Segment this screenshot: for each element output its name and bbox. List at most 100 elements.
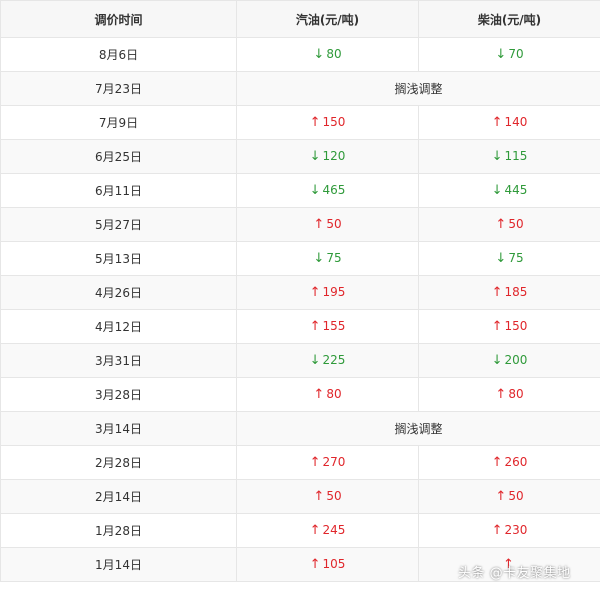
date-cell: 4月12日 — [0, 309, 237, 344]
table-row: 2月28日 ↑ 270 ↑ 260 — [0, 445, 600, 480]
table-row: 6月25日 ↓ 120 ↓ 115 — [0, 139, 600, 174]
change-value: 155 — [322, 319, 346, 333]
date-cell: 5月27日 — [0, 207, 237, 242]
change-value: 445 — [504, 183, 528, 197]
diesel-change-cell: ↓ 115 — [418, 139, 600, 174]
arrow-down-icon: ↓ — [491, 353, 503, 368]
change-value: 150 — [322, 115, 346, 129]
arrow-up-icon: ↑ — [491, 285, 503, 300]
arrow-up-icon: ↑ — [309, 285, 321, 300]
diesel-change-cell: ↑ 185 — [418, 275, 600, 310]
arrow-up-icon: ↑ — [309, 455, 321, 470]
header-date: 调价时间 — [0, 0, 237, 38]
date-cell: 7月23日 — [0, 71, 237, 106]
gasoline-change-cell: ↑ 50 — [236, 207, 419, 242]
change-value: 50 — [508, 489, 524, 503]
diesel-change-cell: ↓ 70 — [418, 37, 600, 72]
change-value: 120 — [322, 149, 346, 163]
gasoline-change-cell: ↑ 155 — [236, 309, 419, 344]
table-row: 7月23日 搁浅调整 — [0, 71, 600, 106]
table-row: 5月27日 ↑ 50 ↑ 50 — [0, 207, 600, 242]
diesel-change-cell: ↑ 230 — [418, 513, 600, 548]
gasoline-change-cell: ↓ 225 — [236, 343, 419, 378]
arrow-up-icon: ↑ — [313, 217, 325, 232]
change-value: 260 — [504, 455, 528, 469]
table-row: 3月28日 ↑ 80 ↑ 80 — [0, 377, 600, 412]
header-diesel: 柴油(元/吨) — [418, 0, 600, 38]
watermark: 头条 @卡友聚集地 — [458, 566, 571, 581]
table-row: 3月14日 搁浅调整 — [0, 411, 600, 446]
change-value: 105 — [322, 557, 346, 571]
date-cell: 1月28日 — [0, 513, 237, 548]
gasoline-change-cell: ↑ 195 — [236, 275, 419, 310]
table-row: 8月6日 ↓ 80 ↓ 70 — [0, 37, 600, 72]
change-value: 115 — [504, 149, 528, 163]
diesel-change-cell: ↑ 140 — [418, 105, 600, 140]
date-cell: 6月25日 — [0, 139, 237, 174]
table-row: 7月9日 ↑ 150 ↑ 140 — [0, 105, 600, 140]
arrow-up-icon: ↑ — [309, 523, 321, 538]
gasoline-change-cell: ↑ 245 — [236, 513, 419, 548]
change-value: 200 — [504, 353, 528, 367]
price-adjustment-table: 调价时间 汽油(元/吨) 柴油(元/吨) 8月6日 ↓ 80 ↓ 70 7月23日 搁浅调整… — [0, 0, 600, 582]
arrow-up-icon: ↑ — [495, 217, 507, 232]
change-value: 270 — [322, 455, 346, 469]
change-value: 140 — [504, 115, 528, 129]
arrow-down-icon: ↓ — [309, 353, 321, 368]
gasoline-change-cell: ↑ 270 — [236, 445, 419, 480]
arrow-up-icon: ↑ — [491, 523, 503, 538]
change-value: 225 — [322, 353, 346, 367]
table-row: 2月14日 ↑ 50 ↑ 50 — [0, 479, 600, 514]
change-value: 50 — [508, 217, 524, 231]
date-cell: 2月28日 — [0, 445, 237, 480]
arrow-up-icon: ↑ — [495, 489, 507, 504]
arrow-up-icon: ↑ — [491, 115, 503, 130]
date-cell: 4月26日 — [0, 275, 237, 310]
merged-status-cell: 搁浅调整 — [236, 411, 600, 446]
change-value: 70 — [508, 47, 524, 61]
date-cell: 2月14日 — [0, 479, 237, 514]
diesel-change-cell: ↓ 445 — [418, 173, 600, 208]
gasoline-change-cell: ↑ 150 — [236, 105, 419, 140]
table-row: 1月28日 ↑ 245 ↑ 230 — [0, 513, 600, 548]
arrow-down-icon: ↓ — [313, 47, 325, 62]
diesel-change-cell: ↑ 50 — [418, 479, 600, 514]
arrow-down-icon: ↓ — [495, 251, 507, 266]
arrow-up-icon: ↑ — [313, 489, 325, 504]
diesel-change-cell: ↓ 75 — [418, 241, 600, 276]
table-row: 4月26日 ↑ 195 ↑ 185 — [0, 275, 600, 310]
arrow-up-icon: ↑ — [309, 115, 321, 130]
gasoline-change-cell: ↑ 105 — [236, 547, 419, 582]
diesel-change-cell: ↑ 260 — [418, 445, 600, 480]
change-value: 80 — [508, 387, 524, 401]
date-cell: 6月11日 — [0, 173, 237, 208]
arrow-down-icon: ↓ — [491, 149, 503, 164]
date-cell: 3月31日 — [0, 343, 237, 378]
change-value: 50 — [326, 217, 342, 231]
change-value: 465 — [322, 183, 346, 197]
gasoline-change-cell: ↓ 75 — [236, 241, 419, 276]
change-value: 50 — [326, 489, 342, 503]
date-cell: 3月14日 — [0, 411, 237, 446]
gasoline-change-cell: ↓ 80 — [236, 37, 419, 72]
arrow-up-icon: ↑ — [491, 319, 503, 334]
diesel-change-cell: ↓ 200 — [418, 343, 600, 378]
table-row: 4月12日 ↑ 155 ↑ 150 — [0, 309, 600, 344]
change-value: 150 — [504, 319, 528, 333]
merged-status-cell: 搁浅调整 — [236, 71, 600, 106]
change-value: 230 — [504, 523, 528, 537]
header-gasoline: 汽油(元/吨) — [236, 0, 419, 38]
arrow-up-icon: ↑ — [309, 557, 321, 572]
table-row: 3月31日 ↓ 225 ↓ 200 — [0, 343, 600, 378]
table-header: 调价时间 汽油(元/吨) 柴油(元/吨) — [0, 0, 600, 38]
arrow-down-icon: ↓ — [313, 251, 325, 266]
table-row: 6月11日 ↓ 465 ↓ 445 — [0, 173, 600, 208]
date-cell: 3月28日 — [0, 377, 237, 412]
date-cell: 1月14日 — [0, 547, 237, 582]
arrow-up-icon: ↑ — [491, 455, 503, 470]
gasoline-change-cell: ↓ 465 — [236, 173, 419, 208]
change-value: 195 — [322, 285, 346, 299]
arrow-up-icon: ↑ — [495, 387, 507, 402]
change-value: 80 — [326, 387, 342, 401]
date-cell: 5月13日 — [0, 241, 237, 276]
